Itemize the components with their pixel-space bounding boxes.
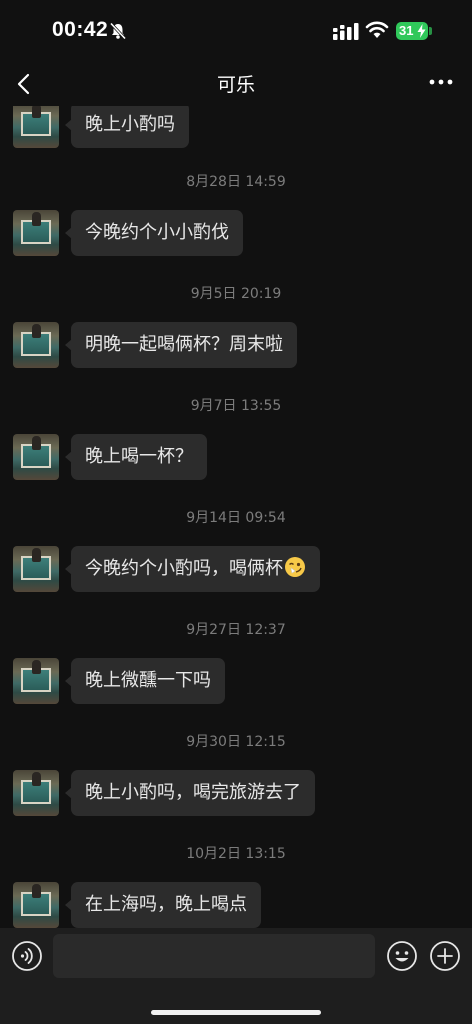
message-timestamp: 9月7日 13:55 [190, 398, 282, 414]
message-bubble[interactable]: 今晚约个小小酌伐 [65, 210, 243, 256]
voice-icon[interactable] [11, 940, 43, 972]
message-timestamp: 8月28日 14:59 [186, 174, 286, 190]
message-bubble[interactable]: 晚上喝一杯？ [65, 434, 207, 480]
battery-cap [429, 27, 432, 35]
more-options-icon[interactable] [429, 78, 453, 86]
message-input[interactable] [53, 934, 375, 978]
message-timestamp: 9月27日 12:37 [186, 622, 286, 638]
message-row: 今晚约个小酌吗，喝俩杯 [0, 546, 472, 592]
message-timestamp: 9月30日 12:15 [186, 734, 286, 750]
emoji-icon[interactable] [386, 940, 418, 972]
message-timestamp: 10月2日 13:15 [186, 846, 286, 862]
status-bar: 00:42 31 [0, 0, 472, 62]
message-timestamp: 9月5日 20:19 [190, 286, 282, 302]
wifi-icon [365, 21, 389, 38]
message-row: 在上海吗，晚上喝点 [0, 882, 472, 928]
message-list[interactable]: 晚上小酌吗 8月28日 14:59 今晚约个小小酌伐 9月5日 20:19 明晚… [0, 106, 472, 928]
message-bubble[interactable]: 晚上小酌吗 [65, 106, 189, 148]
battery-level: 31 [399, 23, 414, 38]
bell-muted-icon [109, 22, 127, 40]
contact-avatar[interactable] [13, 882, 59, 928]
message-row: 晚上小酌吗，喝完旅游去了 [0, 770, 472, 816]
message-bubble[interactable]: 晚上微醺一下吗 [65, 658, 225, 704]
message-text: 今晚约个小酌吗，喝俩杯 [85, 558, 283, 579]
message-bubble[interactable]: 今晚约个小酌吗，喝俩杯 [65, 546, 320, 592]
status-time: 00:42 [52, 18, 109, 41]
message-bubble[interactable]: 在上海吗，晚上喝点 [65, 882, 261, 928]
contact-avatar[interactable] [13, 658, 59, 704]
chat-title: 可乐 [216, 74, 255, 96]
message-row: 晚上喝一杯？ [0, 434, 472, 480]
cellular-signal-icon [333, 23, 359, 40]
message-row: 明晚一起喝俩杯？周末啦 [0, 322, 472, 368]
input-bar [0, 928, 472, 1024]
message-bubble[interactable]: 晚上小酌吗，喝完旅游去了 [65, 770, 315, 816]
winking-face-emoji-icon [285, 557, 305, 577]
home-indicator[interactable] [151, 1010, 321, 1015]
chat-header: 可乐 [0, 62, 472, 106]
message-row: 晚上小酌吗 [0, 106, 472, 148]
battery-indicator: 31 [396, 22, 428, 40]
contact-avatar[interactable] [13, 770, 59, 816]
contact-avatar[interactable] [13, 106, 59, 148]
contact-avatar[interactable] [13, 434, 59, 480]
plus-icon[interactable] [429, 940, 461, 972]
message-bubble[interactable]: 明晚一起喝俩杯？周末啦 [65, 322, 297, 368]
contact-avatar[interactable] [13, 322, 59, 368]
message-timestamp: 9月14日 09:54 [186, 510, 286, 526]
message-row: 今晚约个小小酌伐 [0, 210, 472, 256]
contact-avatar[interactable] [13, 210, 59, 256]
contact-avatar[interactable] [13, 546, 59, 592]
message-row: 晚上微醺一下吗 [0, 658, 472, 704]
charging-bolt-icon [417, 24, 426, 38]
